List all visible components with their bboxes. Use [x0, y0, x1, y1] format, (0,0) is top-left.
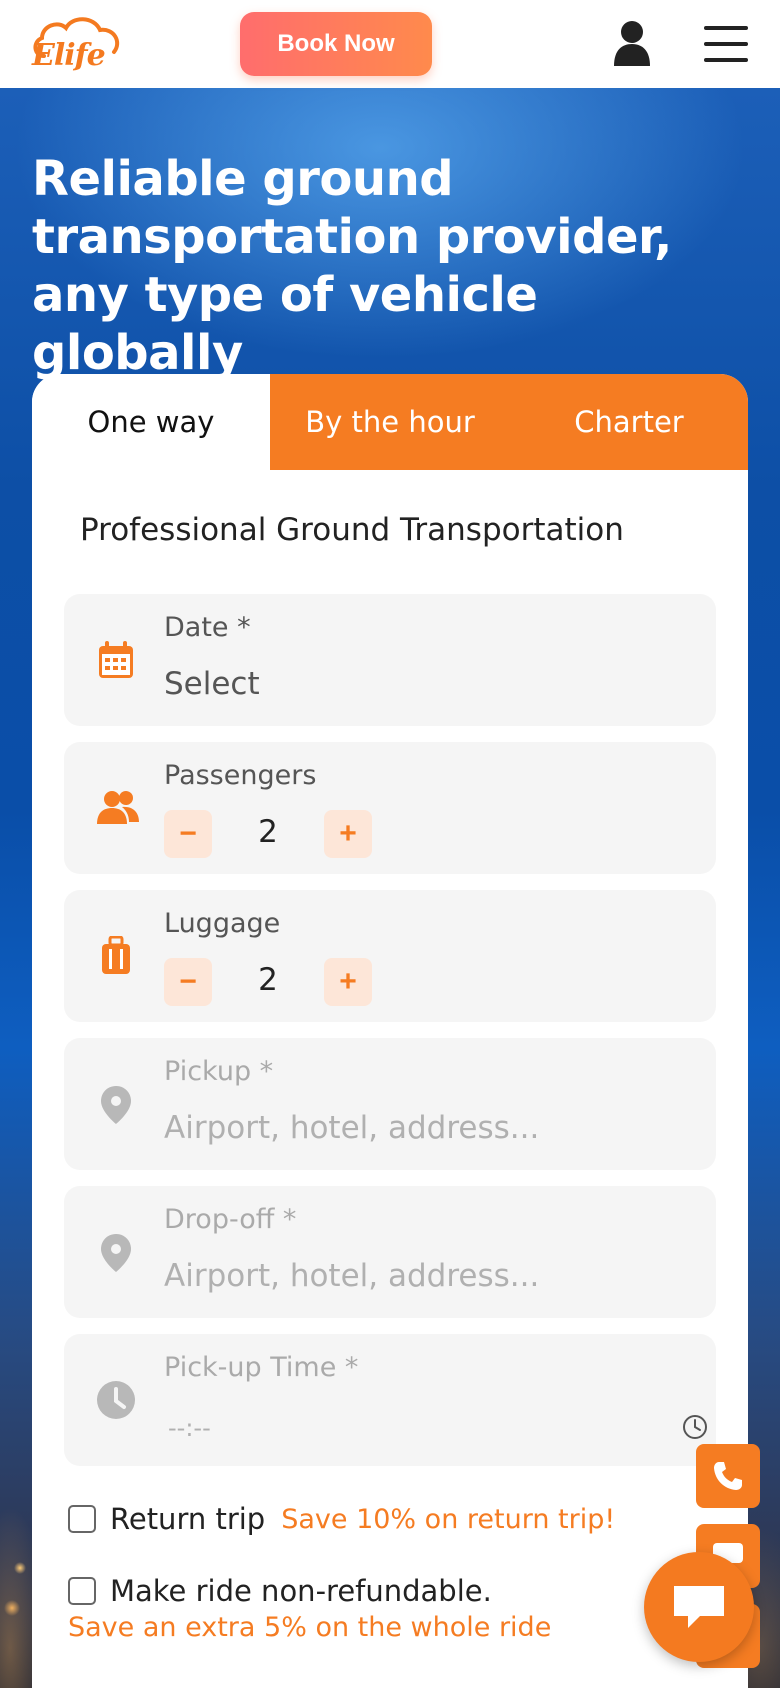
hamburger-menu-icon[interactable] — [704, 26, 748, 62]
phone-button[interactable] — [696, 1444, 760, 1508]
luggage-icon — [96, 935, 136, 976]
calendar-icon — [96, 640, 136, 680]
date-label: Date * — [164, 612, 251, 643]
luggage-stepper: − 2 + — [164, 958, 374, 1006]
return-trip-checkbox[interactable] — [68, 1505, 96, 1533]
pickup-time-label: Pick-up Time * — [164, 1352, 359, 1383]
non-refundable-promo: Save an extra 5% on the whole ride — [68, 1612, 552, 1643]
return-trip-row: Return trip Save 10% on return trip! — [68, 1502, 615, 1536]
location-pin-icon — [96, 1232, 136, 1272]
dropoff-field[interactable]: Drop-off * Airport, hotel, address... — [64, 1186, 716, 1318]
pickup-time-field[interactable]: Pick-up Time * --:-- — [64, 1334, 716, 1466]
passengers-increase-button[interactable]: + — [324, 810, 372, 858]
hero-title: Reliable ground transportation provider,… — [32, 151, 672, 381]
luggage-value: 2 — [258, 962, 278, 998]
book-now-button[interactable]: Book Now — [240, 12, 432, 76]
luggage-label: Luggage — [164, 908, 281, 939]
luggage-field: Luggage − 2 + — [64, 890, 716, 1022]
tab-by-the-hour[interactable]: By the hour — [270, 374, 510, 470]
return-trip-promo: Save 10% on return trip! — [281, 1503, 616, 1535]
pickup-label: Pickup * — [164, 1056, 274, 1087]
logo-text: Elife — [32, 38, 106, 73]
dropoff-label: Drop-off * — [164, 1204, 297, 1235]
location-pin-icon — [96, 1084, 136, 1124]
dropoff-input[interactable]: Airport, hotel, address... — [164, 1258, 539, 1294]
booking-tabs: One way By the hour Charter — [32, 374, 748, 470]
phone-icon — [714, 1462, 742, 1490]
booking-card: One way By the hour Charter Professional… — [32, 374, 748, 1688]
form-heading: Professional Ground Transportation — [80, 512, 624, 548]
pickup-field[interactable]: Pickup * Airport, hotel, address... — [64, 1038, 716, 1170]
return-trip-label[interactable]: Return trip — [110, 1502, 265, 1536]
luggage-increase-button[interactable]: + — [324, 958, 372, 1006]
passengers-field: Passengers − 2 + — [64, 742, 716, 874]
pickup-time-input[interactable]: --:-- — [168, 1414, 211, 1442]
date-field[interactable]: Date * Select — [64, 594, 716, 726]
date-value[interactable]: Select — [164, 666, 260, 702]
non-refundable-label[interactable]: Make ride non-refundable. — [110, 1574, 492, 1608]
passengers-label: Passengers — [164, 760, 317, 791]
passengers-decrease-button[interactable]: − — [164, 810, 212, 858]
tab-charter[interactable]: Charter — [510, 374, 748, 470]
user-icon[interactable] — [612, 20, 652, 66]
non-refundable-row: Make ride non-refundable. — [68, 1574, 492, 1608]
pickup-input[interactable]: Airport, hotel, address... — [164, 1110, 539, 1146]
luggage-decrease-button[interactable]: − — [164, 958, 212, 1006]
non-refundable-checkbox[interactable] — [68, 1577, 96, 1605]
people-icon — [96, 788, 139, 828]
live-chat-button[interactable] — [644, 1552, 754, 1662]
clock-icon — [96, 1380, 136, 1420]
time-picker-icon[interactable] — [682, 1414, 708, 1440]
tab-one-way[interactable]: One way — [32, 374, 270, 470]
chat-icon — [674, 1586, 724, 1628]
elife-logo[interactable]: Elife — [30, 16, 122, 74]
site-header: Elife Book Now — [0, 0, 780, 88]
passengers-stepper: − 2 + — [164, 810, 374, 858]
passengers-value: 2 — [258, 814, 278, 850]
